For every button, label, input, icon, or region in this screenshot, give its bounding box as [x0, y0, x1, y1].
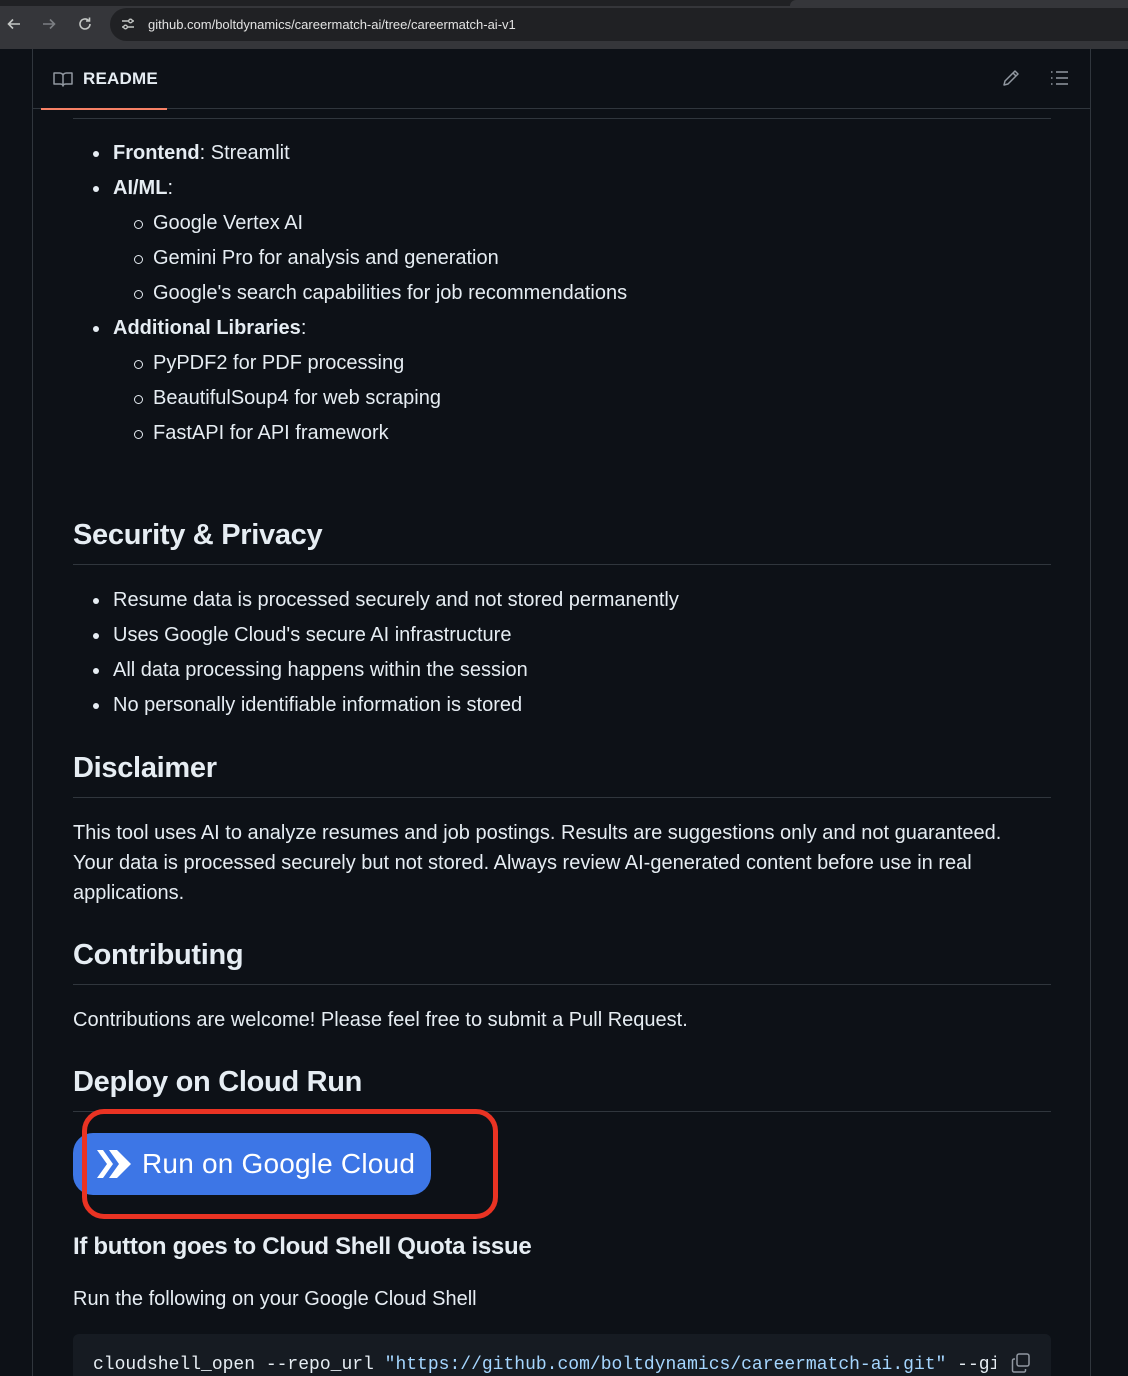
- disclaimer-line: This tool uses AI to analyze resumes and…: [73, 822, 1002, 844]
- list-item: Frontend: Streamlit: [73, 136, 627, 171]
- sub-list-item: PyPDF2 for PDF processing: [113, 346, 627, 381]
- heading-security-privacy: Security & Privacy: [73, 519, 323, 551]
- outline-list-icon[interactable]: [1048, 67, 1070, 89]
- contributing-text: Contributions are welcome! Please feel f…: [73, 1009, 688, 1031]
- readme-header: README: [33, 49, 1090, 110]
- list-item-text: :: [167, 177, 173, 199]
- code-command: cloudshell_open --repo_url: [93, 1355, 385, 1375]
- sub-list: Google Vertex AI Gemini Pro for analysis…: [113, 206, 627, 311]
- address-bar[interactable]: github.com/boltdynamics/careermatch-ai/t…: [110, 8, 1128, 41]
- list-item: Uses Google Cloud's secure AI infrastruc…: [73, 618, 679, 653]
- disclaimer-line: applications.: [73, 882, 185, 904]
- tab-edge: [790, 0, 1128, 6]
- sub-list-item: BeautifulSoup4 for web scraping: [113, 381, 627, 416]
- security-list: Resume data is processed securely and no…: [73, 583, 679, 723]
- browser-toolbar: github.com/boltdynamics/careermatch-ai/t…: [0, 0, 1128, 49]
- heading-contributing: Contributing: [73, 939, 244, 971]
- list-item-label: Frontend: [113, 142, 200, 164]
- forward-arrow-icon[interactable]: [38, 13, 60, 35]
- readme-tab[interactable]: README: [41, 49, 167, 110]
- list-item-text: :: [300, 317, 307, 339]
- instruction-text: Run the following on your Google Cloud S…: [73, 1288, 477, 1310]
- heading-rule: [73, 564, 1051, 565]
- sub-list-item: Gemini Pro for analysis and generation: [113, 241, 627, 276]
- annotation-highlight-box: [82, 1109, 498, 1219]
- sub-list-item: Google's search capabilities for job rec…: [113, 276, 627, 311]
- back-arrow-icon[interactable]: [3, 13, 25, 35]
- sub-list-item: FastAPI for API framework: [113, 416, 627, 451]
- list-item: Resume data is processed securely and no…: [73, 583, 679, 618]
- pencil-icon[interactable]: [1000, 67, 1022, 89]
- disclaimer-text: This tool uses AI to analyze resumes and…: [73, 818, 1033, 908]
- code-string: "https://github.com/boltdynamics/careerm…: [384, 1355, 947, 1375]
- list-item: No personally identifiable information i…: [73, 688, 679, 723]
- heading-quota-issue: If button goes to Cloud Shell Quota issu…: [73, 1233, 532, 1260]
- code-line: cloudshell_open --repo_url "https://gith…: [93, 1355, 1051, 1375]
- heading-rule: [73, 984, 1051, 985]
- copy-icon[interactable]: [1010, 1352, 1032, 1374]
- sub-list-item: Google Vertex AI: [113, 206, 627, 241]
- section-divider: [73, 118, 1051, 119]
- reload-icon[interactable]: [74, 13, 96, 35]
- site-settings-icon[interactable]: [120, 16, 136, 32]
- url-text[interactable]: github.com/boltdynamics/careermatch-ai/t…: [148, 17, 516, 32]
- book-icon: [53, 72, 73, 87]
- tab-strip: [0, 0, 1128, 6]
- list-item-label: Additional Libraries: [113, 317, 301, 339]
- readme-tab-label: README: [83, 69, 158, 88]
- sub-list: PyPDF2 for PDF processing BeautifulSoup4…: [113, 346, 627, 451]
- list-item-label: AI/ML: [113, 177, 168, 199]
- heading-disclaimer: Disclaimer: [73, 752, 217, 784]
- disclaimer-line: Your data is processed securely but not …: [73, 852, 972, 874]
- tech-stack-list: Frontend: Streamlit AI/ML: Google Vertex…: [73, 136, 627, 451]
- heading-deploy-cloud-run: Deploy on Cloud Run: [73, 1066, 363, 1098]
- active-tab-underline: [41, 108, 167, 110]
- list-item-text: : Streamlit: [199, 142, 290, 164]
- heading-rule: [73, 797, 1051, 798]
- list-item: Additional Libraries: PyPDF2 for PDF pro…: [73, 311, 627, 451]
- list-item: All data processing happens within the s…: [73, 653, 679, 688]
- list-item: AI/ML: Google Vertex AI Gemini Pro for a…: [73, 171, 627, 311]
- code-block[interactable]: cloudshell_open --repo_url "https://gith…: [73, 1334, 1051, 1376]
- readme-container: README Frontend: Streamlit AI/ML: Google…: [32, 49, 1091, 1376]
